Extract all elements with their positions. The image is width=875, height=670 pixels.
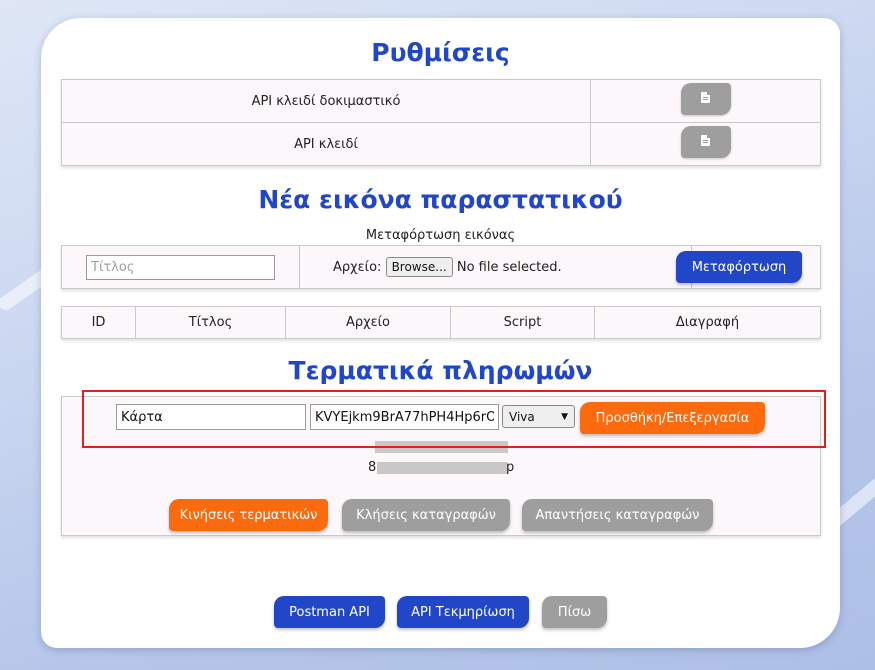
settings-row-key: API κλειδί bbox=[61, 122, 821, 166]
add-edit-terminal-button[interactable]: Προσθήκη/Επεξεργασία bbox=[580, 402, 765, 434]
images-table: ID Τίτλος Αρχείο Script Διαγραφή bbox=[61, 306, 821, 339]
file-label: Αρχείο: bbox=[333, 260, 382, 275]
settings-row-label: API κλειδί δοκιμαστικό bbox=[61, 79, 591, 123]
settings-row-test-key: API κλειδί δοκιμαστικό bbox=[61, 79, 821, 123]
column-title: Τίτλος bbox=[135, 306, 286, 339]
test-key-document-button[interactable] bbox=[680, 83, 731, 115]
browse-button[interactable]: Browse... bbox=[385, 257, 453, 277]
chevron-down-icon: ▼ bbox=[561, 411, 568, 422]
settings-title: Ρυθμίσεις bbox=[371, 38, 510, 67]
redacted-text bbox=[377, 462, 507, 474]
upload-button[interactable]: Μεταφόρτωση bbox=[676, 251, 802, 283]
document-icon bbox=[700, 92, 710, 103]
settings-table: API κλειδί δοκιμαστικό API κλειδί bbox=[61, 79, 821, 166]
no-file-text: No file selected. bbox=[456, 260, 562, 275]
log-calls-button[interactable]: Κλήσεις καταγραφών bbox=[342, 499, 510, 531]
api-documentation-button[interactable]: API Τεκμηρίωση bbox=[397, 596, 529, 628]
terminal-key-input[interactable] bbox=[310, 404, 499, 430]
column-file: Αρχείο bbox=[285, 306, 451, 339]
terminal-info-line-2-end: p bbox=[506, 460, 515, 475]
log-responses-button[interactable]: Απαντήσεις καταγραφών bbox=[522, 499, 713, 531]
column-id: ID bbox=[61, 306, 136, 339]
document-icon bbox=[700, 135, 710, 146]
image-title-input[interactable] bbox=[86, 254, 275, 280]
provider-selected: Viva bbox=[509, 409, 535, 424]
redacted-text bbox=[375, 441, 508, 453]
terminal-movements-button[interactable]: Κινήσεις τερματικών bbox=[169, 499, 328, 531]
provider-select[interactable]: Viva ▼ bbox=[502, 405, 575, 428]
column-script: Script bbox=[450, 306, 595, 339]
terminal-name-input[interactable] bbox=[116, 404, 306, 430]
terminal-info-line-2-start: 8 bbox=[368, 460, 377, 475]
key-document-button[interactable] bbox=[680, 126, 731, 158]
back-button[interactable]: Πίσω bbox=[542, 596, 607, 628]
column-delete: Διαγραφή bbox=[594, 306, 821, 339]
settings-row-label: API κλειδί bbox=[61, 122, 591, 166]
main-card: Ρυθμίσεις API κλειδί δοκιμαστικό API κλε… bbox=[41, 18, 840, 648]
terminals-title: Τερματικά πληρωμών bbox=[288, 356, 593, 385]
postman-api-button[interactable]: Postman API bbox=[274, 596, 385, 628]
images-table-header: ID Τίτλος Αρχείο Script Διαγραφή bbox=[61, 306, 821, 339]
upload-caption: Μεταφόρτωση εικόνας bbox=[365, 228, 516, 243]
upload-title: Νέα εικόνα παραστατικού bbox=[258, 185, 623, 214]
